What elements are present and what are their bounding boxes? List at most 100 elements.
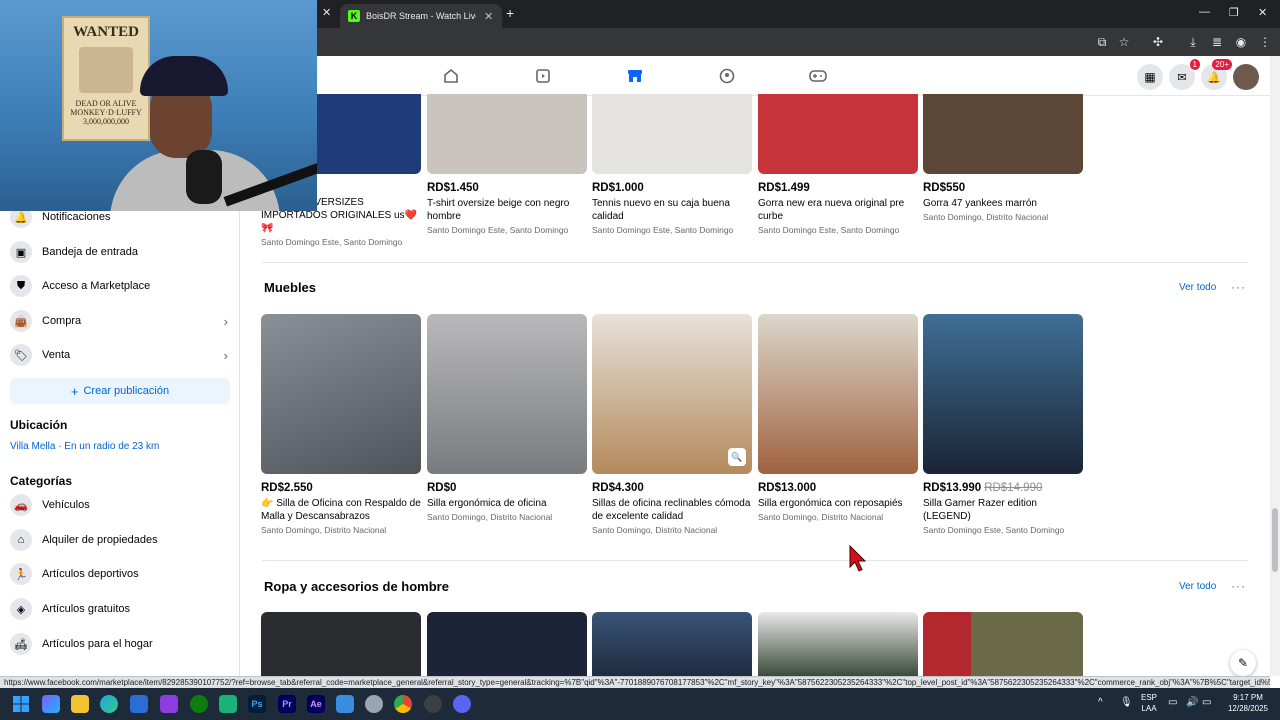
more-options-icon[interactable]: ···	[1231, 579, 1246, 593]
sidebar-item-label: Notificaciones	[42, 211, 111, 223]
close-tab-icon[interactable]: ✕	[484, 10, 493, 23]
more-options-icon[interactable]: ···	[1231, 280, 1246, 294]
listing-card[interactable]: RD$0 Silla ergonómica de oficina Santo D…	[427, 314, 587, 522]
microphone-icon[interactable]: 🎙	[1120, 697, 1133, 708]
nav-video[interactable]	[503, 56, 583, 96]
chevron-right-icon: ›	[223, 347, 228, 363]
premiere-icon[interactable]: Pr	[278, 695, 296, 713]
sidebar-item-sell[interactable]: 🏷 Venta ›	[10, 340, 230, 370]
language-indicator[interactable]: ESP LAA	[1141, 692, 1157, 714]
browser-menu-icon[interactable]: ⋮	[1258, 35, 1272, 49]
battery-icon[interactable]: ▭	[1202, 697, 1211, 708]
listing-card[interactable]: RD$1.499 Gorra new era nueva original pr…	[758, 94, 918, 235]
profile-icon[interactable]: ◉	[1234, 35, 1248, 49]
display-icon[interactable]: ▭	[1168, 697, 1177, 708]
xbox-icon[interactable]	[190, 695, 208, 713]
keyboard-layout: LAA	[1141, 704, 1157, 713]
listing-title: Gorra new era nueva original pre curbe	[758, 198, 905, 222]
nav-gaming[interactable]	[778, 56, 858, 96]
listing-card[interactable]: RD$2.550 👉 Silla de Oficina con Respaldo…	[261, 314, 421, 535]
account-avatar[interactable]	[1233, 64, 1259, 90]
category-sports[interactable]: 🏃 Artículos deportivos	[10, 559, 230, 589]
listing-price: RD$1.000	[592, 182, 644, 194]
listing-card[interactable]	[261, 612, 421, 676]
copilot-icon[interactable]	[42, 695, 60, 713]
store-icon[interactable]	[130, 695, 148, 713]
current-price: RD$13.990	[923, 482, 982, 494]
obs-icon[interactable]	[424, 695, 442, 713]
nav-groups[interactable]	[687, 56, 767, 96]
listing-card[interactable]: RD$1.450 T-shirt oversize beige con negr…	[427, 94, 587, 235]
app-icon[interactable]	[160, 695, 178, 713]
poster-bounty: 3,000,000,000	[83, 117, 129, 126]
category-home-goods[interactable]: 🛋 Artículos para el hogar	[10, 629, 230, 659]
settings-gear-icon[interactable]	[365, 695, 383, 713]
sidebar-item-buy[interactable]: 👜 Compra ›	[10, 306, 230, 336]
extensions-icon[interactable]: ✣	[1151, 35, 1165, 49]
category-free[interactable]: ◈ Artículos gratuitos	[10, 594, 230, 624]
browser-tab-active[interactable]: K BoisDR Stream - Watch Live on ✕	[340, 4, 502, 28]
nav-home[interactable]	[411, 56, 491, 96]
category-property-rentals[interactable]: ⌂ Alquiler de propiedades	[10, 525, 230, 555]
chevron-up-icon[interactable]: ^	[1098, 697, 1103, 708]
file-explorer-icon[interactable]	[71, 695, 89, 713]
bookmark-star-icon[interactable]: ☆	[1117, 35, 1131, 49]
listing-card[interactable]	[758, 612, 918, 676]
window-close-icon[interactable]: ✕	[1258, 6, 1267, 19]
listing-card[interactable]	[427, 612, 587, 676]
sidebar-item-inbox[interactable]: ▣ Bandeja de entrada	[10, 237, 230, 267]
home-icon	[444, 68, 458, 83]
listing-card[interactable]	[592, 612, 752, 676]
listing-title: Tennis nuevo en su caja buena calidad	[592, 198, 730, 222]
home-goods-icon: 🛋	[10, 633, 32, 655]
listing-card[interactable]: RD$13.990 RD$14.990 Silla Gamer Razer edi…	[923, 314, 1083, 535]
after-effects-icon[interactable]: Ae	[307, 695, 325, 713]
close-tab-icon[interactable]: ✕	[322, 6, 331, 19]
nav-marketplace[interactable]	[595, 56, 675, 97]
listing-image	[758, 612, 918, 676]
listing-title: Silla Gamer Razer edition (LEGEND)	[923, 498, 1037, 522]
listing-card[interactable]	[923, 612, 1083, 676]
see-all-ropa-link[interactable]: Ver todo	[1179, 581, 1216, 592]
listing-card[interactable]: 🔍 RD$4.300 Sillas de oficina reclinables…	[592, 314, 752, 535]
menu-button[interactable]: ▦	[1137, 64, 1163, 90]
edge-icon[interactable]	[100, 695, 118, 713]
location-filter-link[interactable]: Villa Mella · En un radio de 23 km	[10, 441, 159, 452]
compose-button[interactable]: ✎	[1230, 650, 1256, 676]
app-icon[interactable]	[336, 695, 354, 713]
app-icon[interactable]	[219, 695, 237, 713]
listing-location: Santo Domingo, Distrito Nacional	[261, 525, 387, 535]
category-vehicles[interactable]: 🚗 Vehículos	[10, 490, 230, 520]
windows-start-icon[interactable]	[13, 696, 29, 712]
restore-icon[interactable]: ❐	[1229, 6, 1239, 19]
sidebar-item-marketplace-access[interactable]: ⛊ Acceso a Marketplace	[10, 271, 230, 301]
messenger-badge: 1	[1189, 59, 1200, 70]
discord-icon[interactable]	[453, 695, 471, 713]
sidebar-item-label: Venta	[42, 349, 71, 361]
search-icon[interactable]: 🔍	[728, 448, 746, 466]
streamer-cap	[140, 56, 228, 96]
reading-list-icon[interactable]: ≣	[1210, 35, 1224, 49]
see-all-muebles-link[interactable]: Ver todo	[1179, 282, 1216, 293]
listing-image: 🔍	[592, 314, 752, 474]
clock[interactable]: 9:17 PM 12/28/2025	[1225, 692, 1271, 714]
scrollbar-thumb[interactable]	[1272, 508, 1278, 572]
listing-location: Santo Domingo, Distrito Nacional	[427, 512, 553, 522]
minimize-icon[interactable]: —	[1199, 6, 1210, 18]
link-status-url: https://www.facebook.com/marketplace/ite…	[0, 676, 1270, 688]
listing-card[interactable]: RD$13.000 Silla ergonómica con reposapié…	[758, 314, 918, 522]
listing-card[interactable]: RD$1.000 Tennis nuevo en su caja buena c…	[592, 94, 752, 235]
notifications-button[interactable]: 🔔 20+	[1201, 59, 1232, 90]
chrome-icon[interactable]	[394, 695, 412, 713]
listing-card[interactable]: RD$550 Gorra 47 yankees marrón Santo Dom…	[923, 94, 1083, 222]
volume-icon[interactable]: 🔊	[1186, 697, 1198, 708]
install-app-icon[interactable]: ⧉	[1095, 35, 1109, 49]
download-icon[interactable]: ⤓	[1186, 35, 1200, 49]
page-scrollbar[interactable]	[1270, 56, 1280, 676]
create-listing-button[interactable]: + Crear publicación	[10, 378, 230, 404]
messenger-button[interactable]: ✉ 1	[1169, 59, 1200, 90]
photoshop-icon[interactable]: Ps	[248, 695, 266, 713]
new-tab-button[interactable]: +	[506, 5, 514, 21]
wanted-poster: WANTED DEAD OR ALIVE MONKEY·D·LUFFY 3,00…	[62, 16, 150, 141]
notifications-badge: 20+	[1212, 59, 1232, 70]
